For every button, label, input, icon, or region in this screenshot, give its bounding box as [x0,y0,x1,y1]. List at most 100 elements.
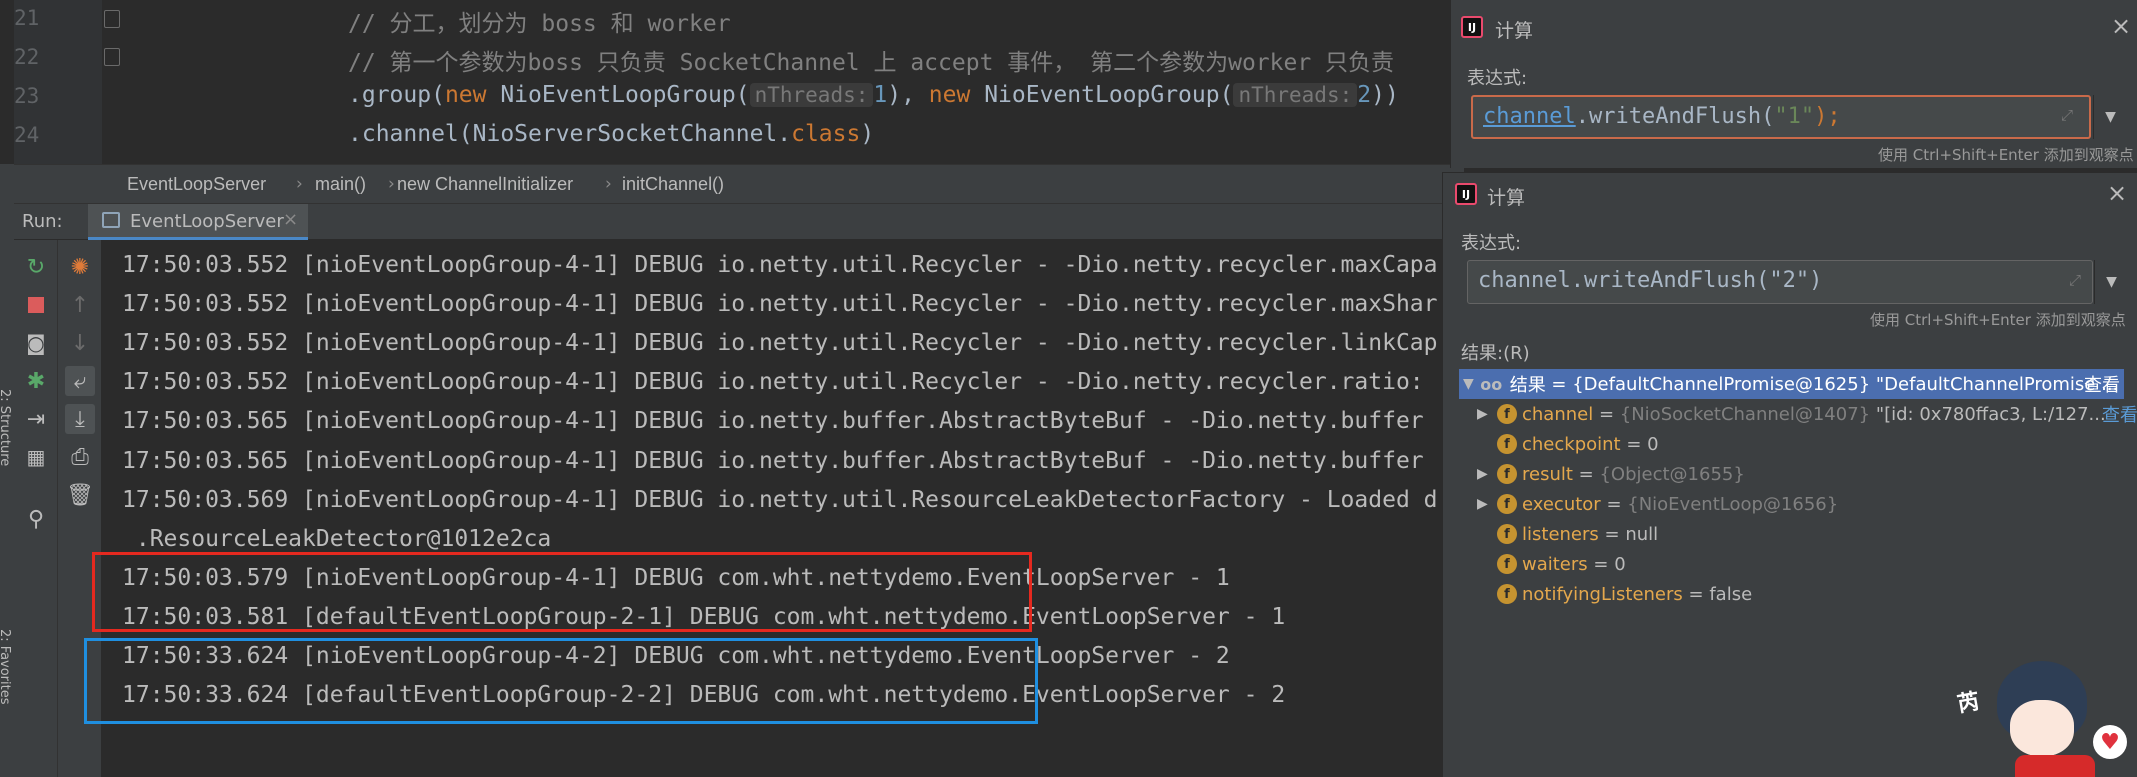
equals-sign: = [1600,493,1628,515]
debug-icon[interactable]: ✱ [21,366,51,396]
run-tab-label: EventLoopServer [130,211,284,232]
tree-row[interactable]: ▶ f result = {Object@1655} [1477,459,2124,489]
tree-row[interactable]: ▶ f executor = {NioEventLoop@1656} [1477,489,2124,519]
code-line: // 分工，划分为 boss 和 worker [348,4,731,38]
field-name: result [1522,463,1573,485]
expression-label: 表达式: [1467,68,1528,89]
code-token: .group( [348,82,445,108]
chevron-down-icon[interactable]: ▼ [1463,376,1480,392]
highlight-box-blue [84,638,1038,724]
code-token: ) [860,121,875,147]
tree-row[interactable]: f notifyingListeners = false [1477,579,2124,609]
fold-marker-icon[interactable] [104,10,120,28]
expand-icon[interactable]: ⤢ [2061,106,2073,124]
code-token: NioEventLoopGroup( [970,82,1234,108]
close-icon[interactable]: × [2107,179,2127,207]
scroll-to-end-icon[interactable]: ⤓ [65,404,95,434]
console-line: 17:50:03.569 [nioEventLoopGroup-4-1] DEB… [122,486,1438,513]
code-editor[interactable]: 21// 分工，划分为 boss 和 worker 22// 第一个参数为boss… [0,0,1450,164]
tree-row[interactable]: f checkpoint = 0 [1477,429,2124,459]
hint-text: 使用 Ctrl+Shift+Enter 添加到观察点 [1878,146,2134,164]
breadcrumb-method[interactable]: main() [315,174,366,195]
line-number: 24 [14,123,40,147]
favorites-tab[interactable]: 2: Favorites [0,629,12,705]
code-line: .channel(NioServerSocketChannel.class) [348,121,874,147]
field-value: false [1709,583,1753,605]
breadcrumb-initchannel[interactable]: initChannel() [622,174,724,195]
highlight-box-red [92,552,1032,632]
tree-row[interactable]: ▶ f channel = {NioSocketChannel@1407} "[id… [1477,399,2137,429]
field-value: "[id: 0x780ffac3, L:/127... [1870,403,2112,425]
camera-icon[interactable]: ◙ [21,328,51,358]
code-token: // 分工，划分为 boss 和 worker [348,11,731,37]
code-line: // 第一个参数为boss 只负责 SocketChannel 上 accept… [348,43,1394,77]
code-token: NioEventLoopGroup( [486,82,750,108]
settings-icon[interactable]: ✺ [65,252,95,282]
chevron-right-icon[interactable]: ▶ [1477,406,1497,422]
rerun-icon[interactable]: ↻ [21,252,51,282]
console-line: 17:50:03.552 [nioEventLoopGroup-4-1] DEB… [122,252,1438,278]
code-token: .channel(NioServerSocketChannel. [348,121,792,147]
chevron-right-icon[interactable]: ▶ [1477,466,1497,482]
fold-marker-icon[interactable] [104,48,120,66]
tree-row[interactable]: f listeners = null [1477,519,2124,549]
field-icon: f [1497,524,1517,544]
down-arrow-icon[interactable]: ↓ [65,328,95,358]
line-number: 21 [14,6,40,30]
code-token: )) [1371,82,1399,108]
console-output[interactable]: 17:50:03.552 [nioEventLoopGroup-4-1] DEB… [84,240,1450,777]
expand-icon[interactable]: ⤢ [2069,271,2081,289]
soft-wrap-icon[interactable]: ⤶ [65,366,95,396]
code-line: .group(new NioEventLoopGroup(nThreads: 1)… [348,82,1399,108]
chevron-down-icon[interactable]: ▼ [2093,95,2127,139]
field-value: null [1625,523,1659,545]
object-ref: {NioSocketChannel@1407} [1619,403,1871,425]
view-link[interactable]: 查看 [2102,401,2137,427]
console-line: 17:50:03.565 [nioEventLoopGroup-4-1] DEB… [122,447,1424,474]
pin-icon[interactable]: ⚲ [21,504,51,534]
dialog-title: 计算 [1495,20,1534,42]
code-token: 2 [1357,82,1372,108]
close-icon[interactable]: × [2111,12,2131,40]
field-name: waiters [1522,553,1588,575]
up-arrow-icon[interactable]: ↑ [65,290,95,320]
intellij-icon: IJ [1455,183,1477,205]
exit-icon[interactable]: ⇥ [21,404,51,434]
breadcrumb-initializer[interactable]: new ChannelInitializer [397,174,573,195]
field-name: executor [1522,493,1601,515]
field-icon: f [1497,404,1517,424]
expression-label: 表达式: [1461,233,1522,254]
chevron-right-icon: › [605,174,612,194]
field-icon: f [1497,464,1517,484]
equals-sign: = [1682,583,1710,605]
code-token: new [928,82,971,108]
layout-icon[interactable]: ▦ [21,442,51,472]
breadcrumb-class[interactable]: EventLoopServer [127,174,266,195]
chevron-right-icon: › [388,174,395,194]
structure-tab[interactable]: 2: Structure [0,389,12,466]
stop-icon[interactable] [21,290,51,320]
expression-input[interactable]: channel.writeAndFlush("1"); [1471,95,2091,139]
intellij-icon: IJ [1461,16,1483,38]
watch-icon: oo [1480,374,1503,394]
tree-row[interactable]: f waiters = 0 [1477,549,2124,579]
equals-sign: = [1545,373,1573,395]
line-number: 23 [14,84,40,108]
chevron-right-icon[interactable]: ▶ [1477,496,1497,512]
chevron-right-icon: › [296,174,303,194]
equals-sign: = [1587,553,1615,575]
close-icon[interactable]: × [283,209,298,230]
field-value: 0 [1614,553,1626,575]
field-icon: f [1497,554,1517,574]
view-link[interactable]: 查看 [2084,371,2120,397]
trash-icon[interactable]: 🗑 [65,480,95,510]
mascot-sticker: 芮 ♥ [1955,655,2137,777]
expression-input[interactable]: channel.writeAndFlush("2") [1467,260,2093,304]
breadcrumb: EventLoopServer › main() › new ChannelIn… [14,164,1464,204]
print-icon[interactable]: ⎙ [65,442,95,472]
chevron-down-icon[interactable]: ▼ [2094,260,2128,304]
heart-icon: ♥ [2093,725,2127,759]
tree-row[interactable]: ▼ oo 结果 = {DefaultChannelPromise@1625} "De… [1459,369,2124,399]
run-tab[interactable]: EventLoopServer × [88,204,308,240]
dialog-title: 计算 [1487,187,1526,209]
